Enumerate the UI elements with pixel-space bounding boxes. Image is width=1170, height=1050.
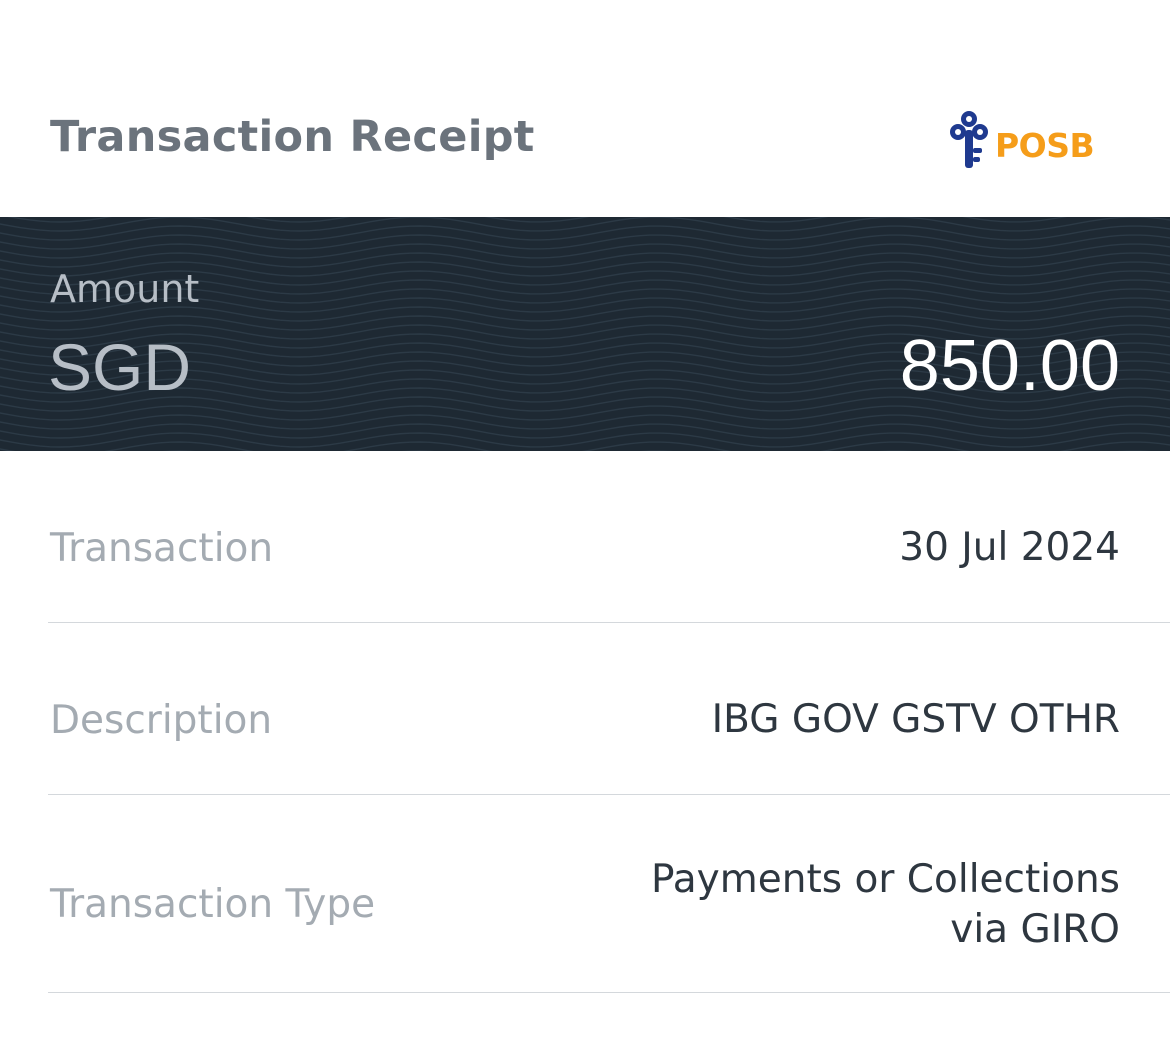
posb-key-icon bbox=[950, 111, 988, 168]
transaction-type-value-line2: via GIRO bbox=[950, 907, 1120, 952]
detail-row-transaction-type: Transaction Type Payments or Collections… bbox=[48, 795, 1170, 993]
page-title: Transaction Receipt bbox=[50, 112, 535, 162]
posb-logo-text: POSB bbox=[995, 126, 1095, 165]
transaction-type-label: Transaction Type bbox=[50, 882, 376, 927]
receipt-header: Transaction Receipt POSB bbox=[0, 0, 1170, 217]
transaction-type-value: Payments or Collections via GIRO bbox=[651, 855, 1120, 955]
detail-row-transaction-date: Transaction 30 Jul 2024 bbox=[48, 451, 1170, 623]
amount-label: Amount bbox=[50, 267, 200, 311]
amount-currency: SGD bbox=[48, 330, 192, 404]
amount-value: 850.00 bbox=[899, 326, 1120, 406]
detail-row-description: Description IBG GOV GSTV OTHR bbox=[48, 623, 1170, 795]
amount-banner: Amount SGD 850.00 bbox=[0, 217, 1170, 451]
transaction-date-label: Transaction bbox=[50, 526, 274, 571]
description-label: Description bbox=[50, 698, 273, 743]
posb-logo: POSB bbox=[948, 110, 1098, 170]
description-value: IBG GOV GSTV OTHR bbox=[711, 697, 1120, 742]
transaction-date-value: 30 Jul 2024 bbox=[899, 525, 1120, 570]
transaction-type-value-line1: Payments or Collections bbox=[651, 857, 1120, 902]
